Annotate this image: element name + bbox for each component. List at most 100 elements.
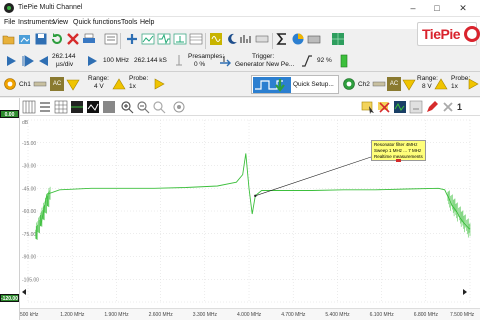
ch1-probe-arrow-icon[interactable] [152, 77, 166, 91]
scope-grid-icon[interactable] [331, 32, 345, 46]
timebase-value[interactable]: 262.144 [52, 53, 76, 61]
x-tick-label: 1.900 MHz [104, 312, 129, 318]
generator-icon[interactable] [209, 32, 223, 46]
x-tick-label: 6.800 MHz [413, 312, 438, 318]
graph-layout-icon[interactable] [22, 100, 36, 114]
zoom-reset-icon[interactable] [152, 100, 166, 114]
split-graph-icon[interactable] [38, 100, 52, 114]
export-icon[interactable] [409, 100, 423, 114]
dark-background-icon[interactable] [70, 100, 84, 114]
trigger-label: Trigger: [252, 53, 275, 60]
scroll-right-icon[interactable] [461, 288, 469, 296]
color-wheel-icon[interactable] [291, 32, 305, 46]
annotation-label[interactable]: Resonator filter 4MHz Sweep 1 MHz ... 7 … [371, 140, 426, 162]
timebase-down-icon[interactable] [36, 54, 50, 68]
ch1-label: Ch1 [19, 81, 31, 88]
toolbar-separator [272, 33, 273, 49]
x-tick-label: 5.400 MHz [325, 312, 350, 318]
ch2-range-value[interactable]: 8 V [422, 83, 432, 91]
add-object-icon[interactable] [125, 32, 139, 46]
refresh-icon[interactable] [50, 32, 64, 46]
signal-analysis-icon[interactable] [239, 32, 253, 46]
signal-icon[interactable] [393, 100, 407, 114]
scope-toolbar: 1 [20, 98, 480, 116]
scope-number: 1 [457, 102, 463, 112]
open-setup-icon[interactable] [18, 32, 32, 46]
ch1-coupling[interactable]: AC [50, 77, 64, 91]
zoom-out-icon[interactable] [136, 100, 150, 114]
menu-file[interactable]: File [4, 19, 15, 26]
print-icon[interactable] [82, 32, 96, 46]
y-tick-label: -60.00 [22, 209, 36, 215]
zoom-in-icon[interactable] [120, 100, 134, 114]
sample-rate[interactable]: 100 MHz [103, 57, 129, 65]
scope-close-icon[interactable] [441, 100, 455, 114]
ch1-range-label: Range: [88, 75, 109, 82]
ch1-enable-icon[interactable] [3, 77, 17, 91]
play-icon[interactable] [4, 54, 18, 68]
close-button[interactable]: ✕ [452, 2, 474, 15]
ch1-range-value[interactable]: 4 V [94, 83, 104, 91]
save-icon[interactable] [34, 32, 48, 46]
menu-bar: File Instruments View Quick functions To… [0, 17, 480, 29]
maximize-button[interactable]: □ [426, 2, 448, 15]
logo-text: TiePie [422, 26, 461, 42]
grid-icon[interactable] [54, 100, 68, 114]
trigger-icon[interactable] [218, 54, 232, 68]
annotation-marker [396, 159, 401, 162]
keyboard-icon[interactable] [307, 32, 321, 46]
toolbar-separator [205, 33, 206, 49]
play-once-icon[interactable] [20, 54, 34, 68]
ch1-probe-value[interactable]: 1x [129, 83, 136, 91]
pencil-icon[interactable] [425, 100, 439, 114]
x-tick-label: 3.300 MHz [192, 312, 217, 318]
graph-options-icon[interactable] [102, 100, 116, 114]
acquisition-toolbar: 262.144 µs/div 100 MHz 262.144 kS Presam… [0, 50, 480, 72]
moon-icon[interactable] [225, 32, 239, 46]
y-top-marker[interactable]: 0.00 [0, 110, 19, 118]
quick-setup-button[interactable]: Quick Setup... [251, 75, 339, 94]
ch1-sense-icon[interactable] [33, 77, 47, 91]
y-tick-layer: dB -15.00 -30.00 -45.00 -60.00 -75.00 -90.00 -1… [22, 120, 39, 283]
new-table-icon[interactable] [189, 32, 203, 46]
minimize-button[interactable]: – [402, 2, 424, 15]
menu-instruments[interactable]: Instruments [18, 19, 55, 26]
trigger-slope-icon[interactable] [300, 54, 314, 68]
ch2-range-up-icon[interactable] [434, 77, 448, 91]
menu-tools[interactable]: Tools [121, 19, 137, 26]
scroll-left-icon[interactable] [20, 288, 28, 296]
ch2-probe-value[interactable]: 1x [451, 83, 458, 91]
ch2-coupling[interactable]: AC [387, 77, 401, 91]
ch2-sense-icon[interactable] [372, 77, 386, 91]
menu-view[interactable]: View [53, 19, 68, 26]
channel-view-icon[interactable] [86, 100, 100, 114]
ch1-range-down-icon[interactable] [66, 77, 80, 91]
new-scope-icon[interactable] [157, 32, 171, 46]
timebase-up-icon[interactable] [86, 54, 100, 68]
sum-icon[interactable] [275, 32, 289, 46]
logo-mark-icon [464, 26, 480, 42]
persistence-icon[interactable] [172, 100, 186, 114]
new-graph-icon[interactable] [141, 32, 155, 46]
menu-quick-functions[interactable]: Quick functions [73, 19, 121, 26]
object-list-icon[interactable] [104, 32, 118, 46]
presamples-value[interactable]: 0 % [194, 61, 205, 69]
menu-help[interactable]: Help [140, 19, 154, 26]
trigger-source[interactable]: Generator New Pe... [235, 61, 294, 69]
y-bottom-marker[interactable]: -120.00 [0, 294, 19, 302]
io-icon[interactable] [255, 32, 269, 46]
ch2-probe-arrow-icon[interactable] [466, 77, 480, 91]
delete-icon[interactable] [66, 32, 80, 46]
ch1-range-up-icon[interactable] [112, 77, 126, 91]
remove-label-icon[interactable] [377, 100, 391, 114]
new-meter-icon[interactable] [173, 32, 187, 46]
ch2-enable-icon[interactable] [342, 77, 356, 91]
cursor-icon[interactable] [361, 100, 375, 114]
open-folder-icon[interactable] [2, 32, 16, 46]
spectrum-trace [40, 153, 471, 230]
record-length[interactable]: 262.144 kS [134, 57, 167, 65]
tiepie-logo: TiePie [417, 22, 480, 46]
trigger-level[interactable]: 92 % [317, 57, 332, 65]
ch2-range-down-icon[interactable] [402, 77, 416, 91]
battery-icon [340, 54, 348, 68]
